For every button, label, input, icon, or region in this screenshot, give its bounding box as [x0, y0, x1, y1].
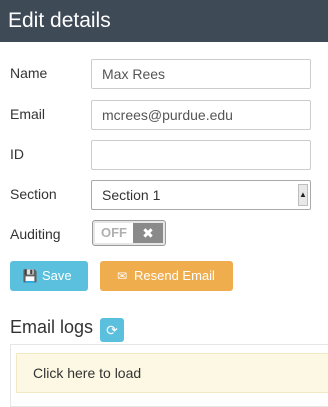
email-logs-title: Email logs [10, 317, 94, 337]
refresh-icon[interactable]: ⟳ [100, 318, 124, 342]
envelope-icon: ✉ [116, 269, 128, 283]
name-field[interactable]: Max Rees [91, 59, 311, 89]
email-field[interactable]: mcrees@purdue.edu [91, 100, 311, 130]
resend-email-button-label: Resend Email [134, 268, 215, 283]
close-icon: ✖ [133, 223, 163, 243]
auditing-toggle[interactable]: OFF ✖ [92, 220, 166, 246]
id-label: ID [10, 146, 24, 162]
email-label: Email [10, 106, 46, 122]
section-label: Section [10, 186, 57, 202]
id-field[interactable] [91, 140, 311, 170]
chevron-down-icon[interactable]: ▲ [298, 184, 308, 206]
page-title: Edit details [0, 0, 328, 42]
resend-email-button[interactable]: ✉ Resend Email [100, 261, 233, 291]
save-button[interactable]: 💾 Save [10, 261, 88, 291]
save-button-label: Save [42, 268, 72, 283]
auditing-toggle-state: OFF [95, 223, 133, 243]
auditing-label: Auditing [10, 226, 61, 242]
load-logs-link[interactable]: Click here to load [16, 353, 328, 393]
name-label: Name [10, 65, 48, 81]
section-select[interactable]: Section 1 ▲ [91, 180, 311, 210]
section-select-value: Section 1 [102, 187, 161, 203]
save-icon: 💾 [22, 269, 38, 283]
email-logs-panel: Click here to load [10, 344, 328, 407]
